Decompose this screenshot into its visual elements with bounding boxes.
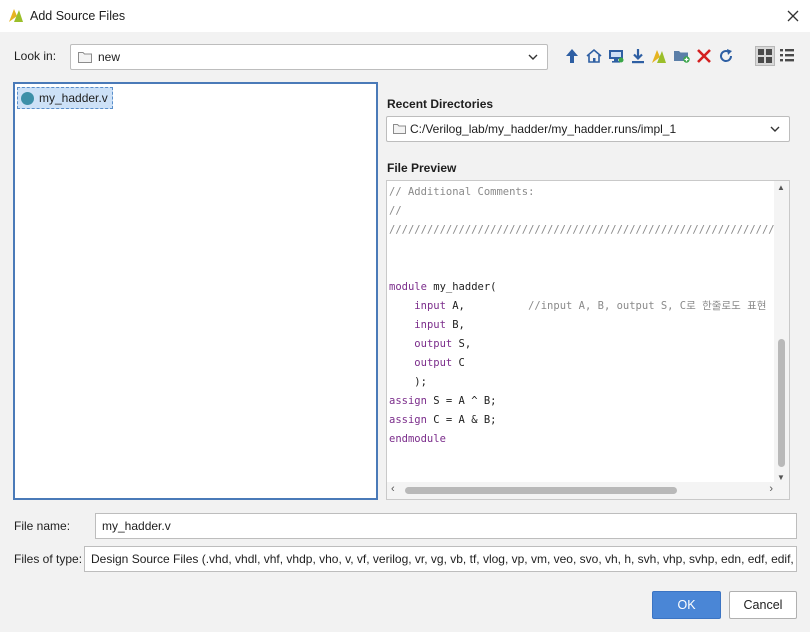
scroll-down-icon[interactable]: ▼: [777, 473, 785, 482]
code-line: ////////////////////////////////////////…: [389, 221, 775, 240]
code-comment: ////////////////////////////////////////…: [389, 224, 775, 236]
verilog-file-icon: [21, 91, 34, 105]
new-folder-icon: [674, 51, 690, 63]
file-name-field[interactable]: my_hadder.v: [95, 513, 797, 539]
code-comment: // Additional Comments:: [389, 186, 535, 198]
code-keyword: endmodule: [389, 433, 446, 445]
code-line: );: [389, 373, 775, 392]
folder-icon: [393, 124, 406, 134]
code-line: output C: [389, 354, 775, 373]
code-line: // Additional Comments:: [389, 183, 775, 202]
add-source-files-dialog: Look in: new my_hadder.v Recent Director…: [0, 32, 810, 632]
close-button[interactable]: [780, 4, 806, 28]
window-title: Add Source Files: [30, 9, 126, 23]
list-view-icon: [780, 49, 794, 62]
close-icon: [787, 10, 799, 22]
vivado-logo-icon: [9, 9, 23, 22]
code-text: B,: [445, 319, 465, 331]
horizontal-scrollbar[interactable]: ‹ ›: [387, 482, 789, 499]
home-icon: [586, 48, 602, 63]
files-of-type-value: Design Source Files (.vhd, vhdl, vhf, vh…: [91, 552, 797, 566]
code-text: my_hadder(: [426, 281, 497, 293]
code-text: C: [452, 357, 465, 369]
code-line: [389, 259, 775, 278]
code-line: assign C = A & B;: [389, 411, 775, 430]
scroll-right-icon[interactable]: ›: [769, 483, 773, 495]
code-comment: //input A, B, output S, C로 한줄로도 표현: [528, 300, 767, 312]
files-of-type-label: Files of type:: [14, 552, 83, 566]
code-text: );: [389, 376, 427, 388]
code-line: module my_hadder(: [389, 278, 775, 297]
code-line: assign S = A ^ B;: [389, 392, 775, 411]
code-keyword: assign: [389, 395, 427, 407]
desktop-icon: [609, 50, 624, 63]
code-line: input B,: [389, 316, 775, 335]
vertical-scrollbar[interactable]: ▲ ▼: [774, 181, 789, 484]
vertical-scroll-thumb[interactable]: [778, 339, 785, 467]
code-keyword: assign: [389, 414, 427, 426]
cancel-button[interactable]: Cancel: [729, 591, 797, 619]
list-item[interactable]: my_hadder.v: [17, 87, 113, 109]
code-line: //: [389, 202, 775, 221]
scroll-left-icon[interactable]: ‹: [391, 483, 395, 495]
vivado-project-icon: [652, 50, 666, 63]
code-line: input A, //input A, B, output S, C로 한줄로도…: [389, 297, 775, 316]
ok-button[interactable]: OK: [652, 591, 721, 619]
file-preview[interactable]: // Additional Comments://///////////////…: [386, 180, 790, 500]
recent-directories-label: Recent Directories: [387, 97, 494, 111]
code-line: endmodule: [389, 430, 775, 449]
code-text: S,: [452, 338, 472, 350]
look-in-combo[interactable]: new: [70, 44, 548, 70]
code-line: [389, 240, 775, 259]
code-line: output S,: [389, 335, 775, 354]
details-view-button[interactable]: [755, 46, 775, 66]
code-keyword: module: [389, 281, 427, 293]
horizontal-scroll-thumb[interactable]: [405, 487, 677, 494]
delete-icon: [697, 49, 711, 63]
download-button[interactable]: [628, 46, 648, 66]
code-text: C = A & B;: [426, 414, 497, 426]
file-name-label: File name:: [14, 519, 71, 533]
vivado-project-button[interactable]: [650, 46, 670, 66]
recent-directory-value: C:/Verilog_lab/my_hadder/my_hadder.runs/…: [410, 122, 677, 136]
code-comment: //: [389, 205, 402, 217]
code-preview: // Additional Comments://///////////////…: [389, 183, 775, 481]
recent-directories-combo[interactable]: C:/Verilog_lab/my_hadder/my_hadder.runs/…: [386, 116, 790, 142]
files-of-type-select[interactable]: Design Source Files (.vhd, vhdl, vhf, vh…: [84, 546, 797, 572]
folder-icon: [78, 52, 92, 63]
code-keyword: input: [414, 319, 446, 331]
refresh-icon: [720, 49, 733, 62]
chevron-down-icon: [528, 54, 538, 60]
code-text: S = A ^ B;: [426, 395, 497, 407]
code-keyword: output: [414, 338, 453, 350]
download-icon: [632, 49, 644, 64]
file-list[interactable]: my_hadder.v: [13, 82, 378, 500]
desktop-button[interactable]: [606, 46, 626, 66]
look-in-label: Look in:: [14, 49, 57, 63]
home-button[interactable]: [584, 46, 604, 66]
title-bar: Add Source Files: [0, 0, 810, 32]
file-item-name: my_hadder.v: [39, 91, 108, 105]
list-view-button[interactable]: [778, 46, 798, 66]
code-text: A,: [445, 300, 529, 312]
delete-button[interactable]: [694, 46, 714, 66]
details-view-icon: [758, 49, 772, 63]
look-in-value: new: [98, 50, 121, 64]
refresh-button[interactable]: [716, 46, 736, 66]
code-keyword: input: [414, 300, 446, 312]
file-preview-label: File Preview: [387, 161, 457, 175]
file-name-value: my_hadder.v: [102, 519, 171, 533]
scroll-up-icon[interactable]: ▲: [777, 183, 785, 192]
up-one-level-icon: [566, 49, 578, 63]
new-folder-button[interactable]: [672, 46, 692, 66]
up-one-level-button[interactable]: [562, 46, 582, 66]
code-keyword: output: [414, 357, 453, 369]
chevron-down-icon: [770, 126, 780, 132]
